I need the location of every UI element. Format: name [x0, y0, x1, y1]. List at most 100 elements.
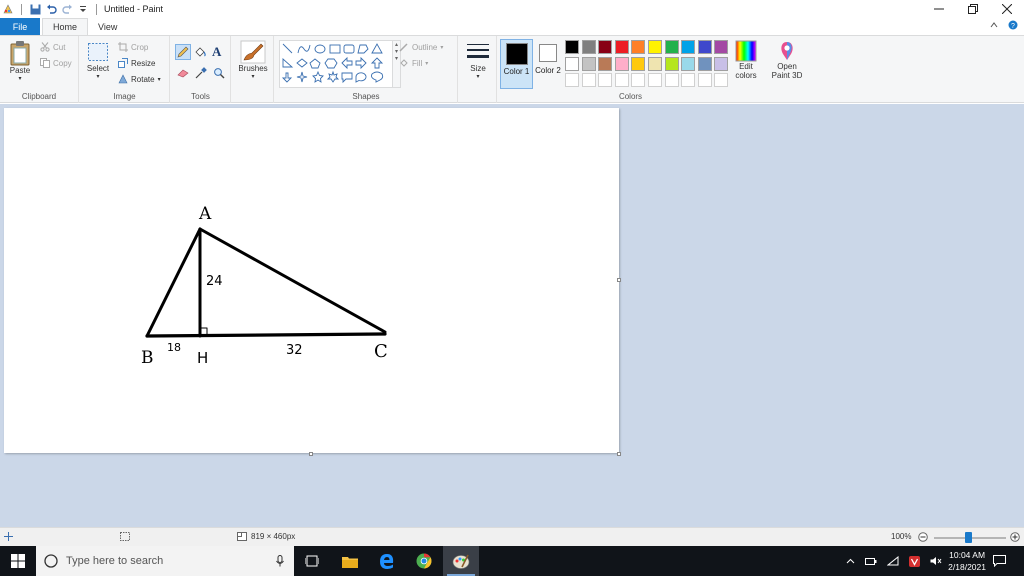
palette-swatch[interactable] — [648, 40, 662, 54]
palette-swatch[interactable] — [681, 40, 696, 54]
help-icon[interactable]: ? — [1008, 20, 1018, 30]
volume-icon[interactable] — [930, 556, 942, 566]
select-dropdown-arrow: ▾ — [96, 74, 100, 80]
palette-swatch[interactable] — [697, 40, 712, 54]
palette-swatch[interactable] — [565, 56, 579, 71]
select-button[interactable]: Select ▾ — [85, 42, 111, 80]
palette-swatch[interactable] — [614, 40, 629, 54]
task-view-button[interactable] — [294, 546, 330, 576]
crop-button[interactable]: Crop — [118, 42, 148, 52]
edge-button[interactable] — [369, 546, 405, 576]
palette-swatch[interactable] — [614, 56, 629, 71]
antivirus-icon[interactable] — [909, 555, 920, 567]
selection-size — [120, 532, 130, 541]
status-bar: 819 × 460px 100% — [0, 527, 1024, 546]
zoom-slider-thumb[interactable] — [965, 532, 972, 543]
eraser-icon[interactable] — [177, 68, 189, 78]
paint-app-icon[interactable] — [2, 3, 14, 15]
palette-swatch[interactable] — [664, 56, 679, 71]
start-button[interactable] — [0, 546, 36, 576]
resize-button[interactable]: Resize — [118, 58, 155, 68]
network-icon[interactable] — [887, 556, 899, 566]
palette-swatch[interactable] — [631, 40, 646, 54]
brushes-button[interactable]: Brushes ▾ — [235, 40, 271, 80]
clipboard-group-label: Clipboard — [21, 92, 57, 101]
resize-handle-corner[interactable] — [617, 452, 621, 456]
vertex-label-b: B — [141, 348, 154, 368]
palette-swatch[interactable] — [631, 56, 646, 71]
battery-icon[interactable] — [865, 557, 877, 566]
palette-swatch[interactable] — [565, 40, 579, 54]
file-explorer-button[interactable] — [332, 546, 368, 576]
drawing-canvas[interactable]: A B C H 24 18 32 — [4, 108, 619, 453]
resize-handle-right[interactable] — [617, 278, 621, 282]
custom-color-slot[interactable] — [565, 73, 579, 87]
color1-label: Color 1 — [503, 67, 530, 76]
outline-button[interactable]: Outline ▾ — [399, 42, 443, 52]
redo-icon[interactable] — [61, 3, 73, 15]
task-view-icon — [305, 555, 319, 567]
pencil-icon[interactable] — [175, 44, 191, 60]
custom-color-slot[interactable] — [697, 73, 712, 87]
save-icon[interactable] — [29, 3, 41, 15]
tab-home[interactable]: Home — [42, 18, 89, 35]
custom-color-slot[interactable] — [598, 73, 613, 87]
restore-button[interactable] — [956, 0, 990, 18]
zoom-in-icon[interactable] — [1010, 532, 1020, 542]
custom-color-slot[interactable] — [614, 73, 629, 87]
search-icon — [44, 554, 58, 568]
paste-button[interactable]: Paste ▾ — [8, 40, 32, 82]
text-tool-icon[interactable]: A — [212, 44, 221, 60]
palette-swatch[interactable] — [598, 56, 613, 71]
palette-swatch[interactable] — [714, 56, 729, 71]
microphone-icon[interactable] — [276, 555, 284, 567]
magnifier-icon[interactable] — [213, 67, 225, 79]
color2-button[interactable]: Color 2 — [535, 39, 561, 89]
custom-color-slot[interactable] — [664, 73, 679, 87]
palette-swatch[interactable] — [681, 56, 696, 71]
notifications-button[interactable] — [984, 546, 1014, 576]
resize-icon — [118, 58, 128, 68]
paint-taskbar-button[interactable] — [443, 546, 479, 576]
tab-view[interactable]: View — [88, 18, 127, 35]
fill-button[interactable]: Fill ▾ — [399, 58, 428, 68]
copy-button[interactable]: Copy — [40, 58, 72, 68]
color-picker-icon[interactable] — [195, 67, 207, 79]
palette-swatch[interactable] — [581, 40, 596, 54]
palette-swatch[interactable] — [581, 56, 596, 71]
custom-color-slot[interactable] — [681, 73, 696, 87]
size-button[interactable]: Size ▾ — [463, 42, 493, 80]
taskbar-clock[interactable]: 10:04 AM 2/18/2021 — [948, 549, 986, 573]
palette-swatch[interactable] — [697, 56, 712, 71]
resize-handle-bottom[interactable] — [309, 452, 313, 456]
edit-colors-label: Edit colors — [735, 62, 757, 80]
customize-qat-icon[interactable] — [77, 3, 89, 15]
cut-button[interactable]: Cut — [40, 42, 65, 52]
height-label: 24 — [206, 274, 223, 289]
minimize-button[interactable] — [922, 0, 956, 18]
chrome-button[interactable] — [406, 546, 442, 576]
palette-swatch[interactable] — [664, 40, 679, 54]
color1-button[interactable]: Color 1 — [500, 39, 533, 89]
custom-color-slot[interactable] — [648, 73, 662, 87]
chevron-up-icon[interactable] — [846, 557, 855, 566]
close-button[interactable] — [990, 0, 1024, 18]
open-paint3d-button[interactable]: Open Paint 3D — [768, 40, 806, 80]
palette-swatch[interactable] — [598, 40, 613, 54]
zoom-out-icon[interactable] — [918, 532, 928, 542]
taskbar-search[interactable]: Type here to search — [36, 546, 294, 576]
custom-color-slot[interactable] — [631, 73, 646, 87]
custom-color-slot[interactable] — [581, 73, 596, 87]
palette-swatch[interactable] — [648, 56, 662, 71]
edit-colors-button[interactable]: Edit colors — [731, 40, 761, 80]
custom-color-slot[interactable] — [714, 73, 729, 87]
tab-file[interactable]: File — [0, 18, 40, 35]
shapes-grid-icon[interactable] — [280, 41, 392, 87]
collapse-ribbon-icon[interactable] — [990, 20, 998, 30]
palette-swatch[interactable] — [714, 40, 729, 54]
rotate-button[interactable]: Rotate ▾ — [118, 74, 161, 84]
paste-label: Paste — [9, 66, 31, 75]
vertex-label-c: C — [374, 341, 388, 362]
fill-bucket-icon[interactable] — [194, 46, 206, 58]
undo-icon[interactable] — [45, 3, 57, 15]
